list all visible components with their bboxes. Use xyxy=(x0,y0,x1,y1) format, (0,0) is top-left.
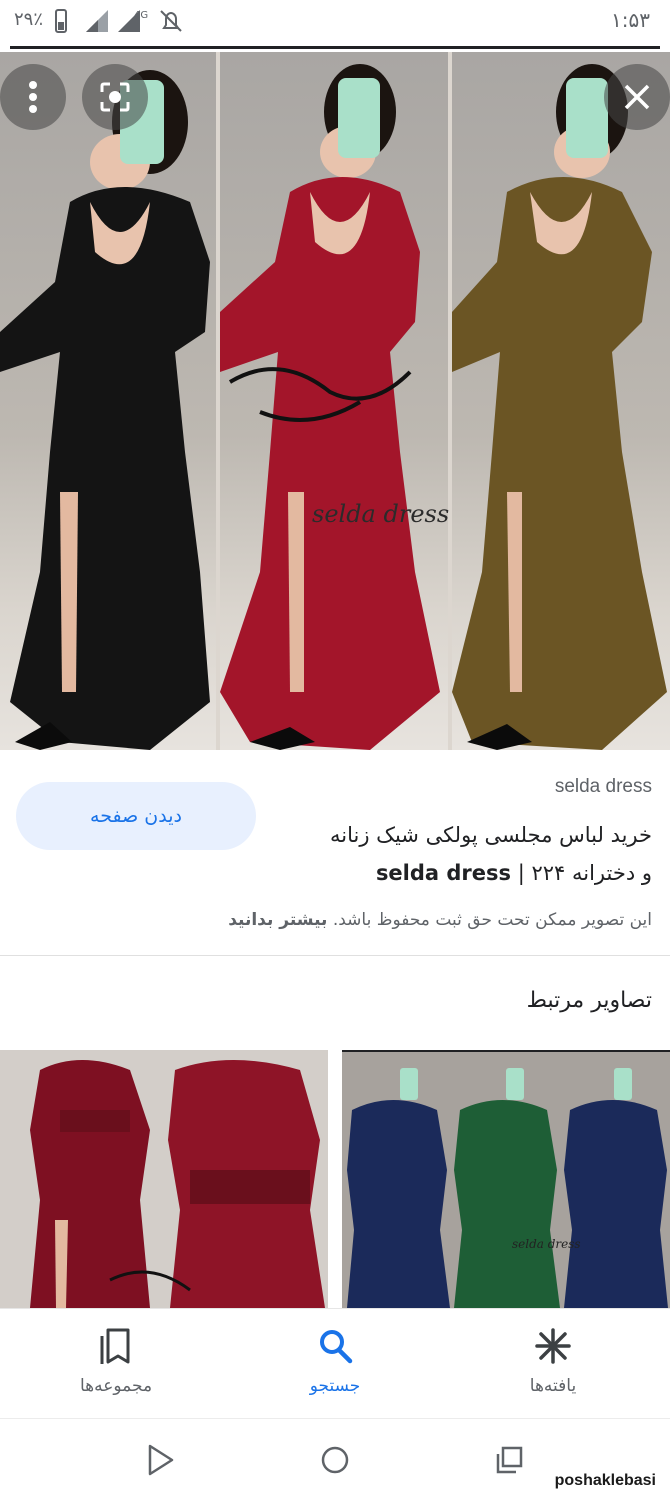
main-image[interactable]: selda dress xyxy=(0,52,670,750)
section-divider xyxy=(0,955,670,956)
copyright-notice: این تصویر ممکن تحت حق ثبت محفوظ باشد. بی… xyxy=(22,910,652,930)
recents-button[interactable] xyxy=(492,1442,528,1478)
copyright-text: این تصویر ممکن تحت حق ثبت محفوظ باشد. xyxy=(327,910,652,930)
more-options-button[interactable] xyxy=(0,64,66,130)
search-icon xyxy=(320,1330,353,1364)
signal-icon xyxy=(84,8,110,38)
nav-search[interactable]: جستجو xyxy=(235,1308,435,1416)
related-thumb-red[interactable] xyxy=(0,1050,328,1308)
back-button[interactable] xyxy=(142,1442,178,1478)
close-button[interactable] xyxy=(604,64,670,130)
battery-icon xyxy=(54,8,68,38)
battery-percent: ۲۹٪ xyxy=(14,9,44,30)
source-name[interactable]: selda dress xyxy=(555,776,652,798)
learn-more-link[interactable]: بیشتر بدانید xyxy=(228,910,327,930)
back-triangle-icon xyxy=(148,1444,174,1476)
nav-discover[interactable]: یافته‌ها xyxy=(453,1308,653,1416)
nav-search-label: جستجو xyxy=(309,1376,361,1396)
header-divider xyxy=(10,46,660,49)
network-label: 4G xyxy=(134,10,148,21)
notifications-off-icon xyxy=(158,8,184,38)
related-thumb-blue-green[interactable]: selda dress xyxy=(342,1050,670,1308)
status-bar: ۲۹٪ 4G ۱:۵۳ xyxy=(0,0,670,44)
page-title-line2: و دخترانه ۲۲۴ | xyxy=(511,861,652,885)
nav-discover-label: یافته‌ها xyxy=(529,1376,577,1396)
recents-square-icon xyxy=(496,1446,523,1474)
signal-4g-icon: 4G xyxy=(116,8,152,38)
visit-page-button[interactable]: دیدن صفحه xyxy=(16,782,256,850)
home-button[interactable] xyxy=(317,1442,353,1478)
page-title-line1: خرید لباس مجلسی پولکی شیک زنانه xyxy=(330,823,652,847)
image-panel-red xyxy=(220,52,448,750)
clock: ۱:۵۳ xyxy=(611,8,650,32)
page-title-brand: selda dress xyxy=(375,861,512,885)
page-title[interactable]: خرید لباس مجلسی پولکی شیک زنانه و دختران… xyxy=(272,816,652,892)
image-panel-black xyxy=(0,52,216,750)
lens-icon xyxy=(100,82,130,112)
image-watermark: selda dress xyxy=(312,500,450,528)
nav-collections-label: مجموعه‌ها xyxy=(79,1376,153,1396)
site-watermark: poshaklebasi xyxy=(554,1472,656,1489)
related-images-heading: تصاویر مرتبط xyxy=(526,988,652,1013)
image-panel-gold xyxy=(452,52,670,750)
thumb-watermark: selda dress xyxy=(512,1237,581,1251)
lens-button[interactable] xyxy=(82,64,148,130)
home-circle-icon xyxy=(321,1446,349,1474)
nav-collections[interactable]: مجموعه‌ها xyxy=(16,1308,216,1416)
discover-icon xyxy=(535,1328,571,1364)
collections-icon xyxy=(100,1328,130,1364)
close-icon xyxy=(624,84,650,110)
